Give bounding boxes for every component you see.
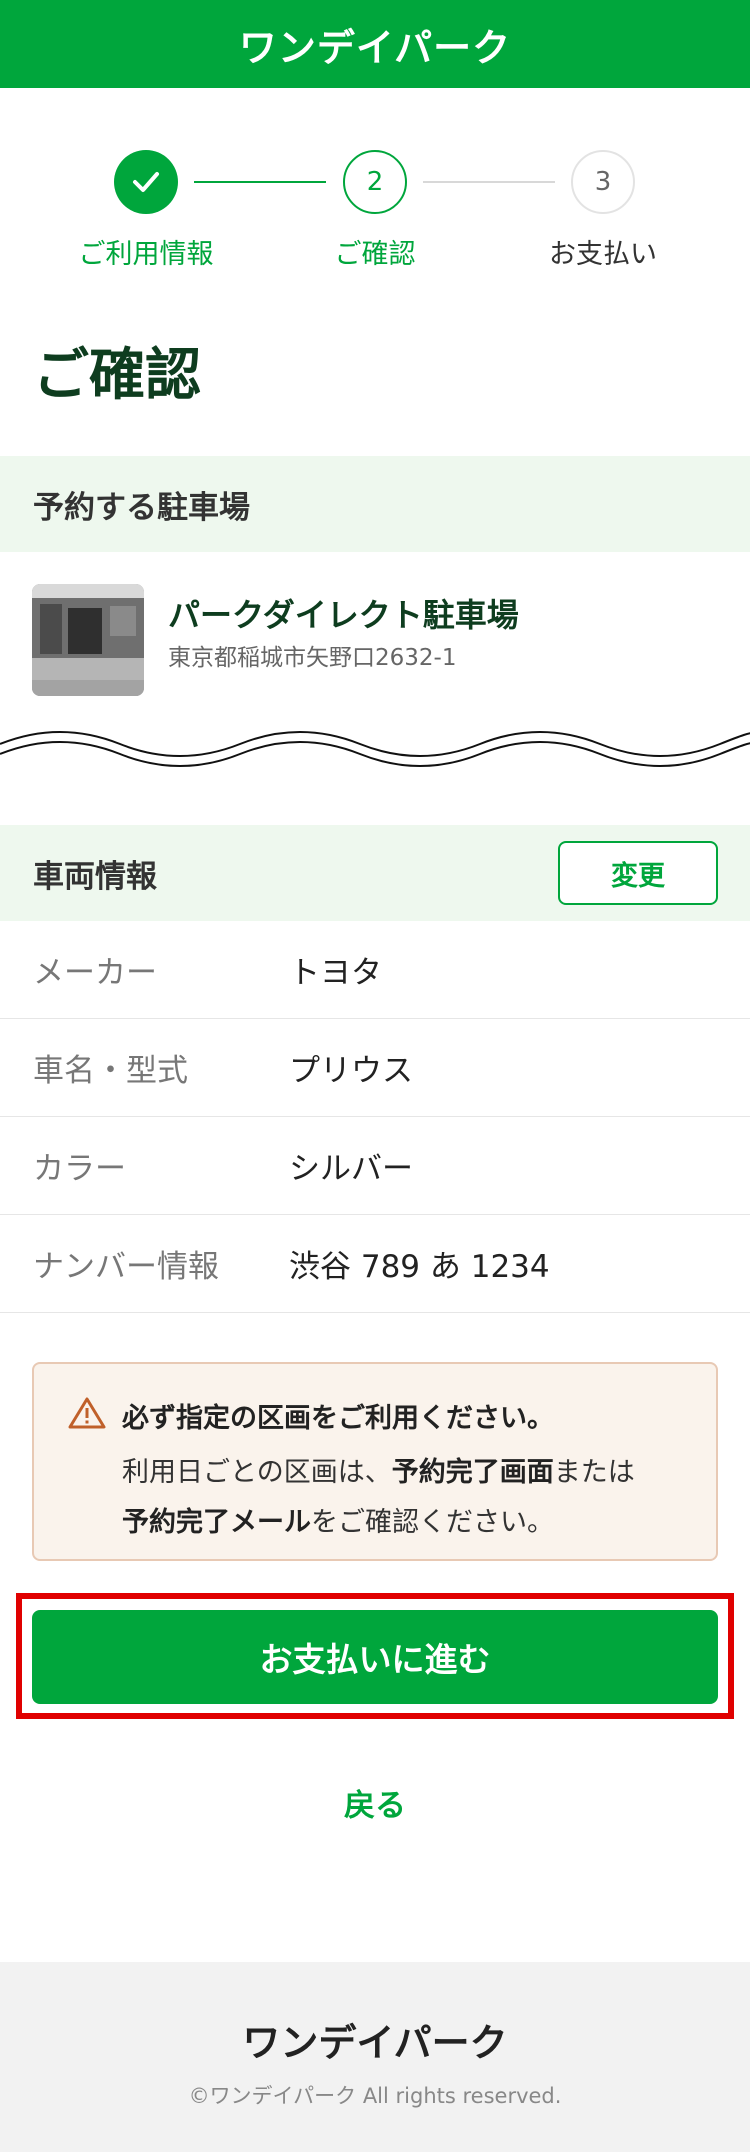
progress-stepper: ご利用情報 2 ご確認 3 お支払い [0, 150, 750, 270]
vehicle-info-value: シルバー [289, 1151, 413, 1187]
checkmark-icon [133, 172, 159, 192]
vehicle-info-key: ナンバー情報 [33, 1249, 219, 1285]
section-title: 予約する駐車場 [33, 489, 250, 526]
vehicle-section-header: 車両情報 変更 [0, 825, 750, 921]
step-usage-info: ご利用情報 [46, 150, 246, 271]
notice-text: をご確認ください。 [311, 1507, 554, 1538]
proceed-to-payment-button[interactable]: お支払いに進む [32, 1610, 718, 1704]
warning-icon [68, 1397, 106, 1429]
vehicle-info-row: ナンバー情報 渋谷 789 あ 1234 [0, 1215, 750, 1313]
notice-text: または [553, 1457, 635, 1488]
copyright-text: ©ワンデイパーク All rights reserved. [188, 2084, 562, 2108]
step-label: お支払い [549, 239, 657, 270]
vehicle-info-row: 車名・型式 プリウス [0, 1019, 750, 1117]
step-payment: 3 お支払い [503, 150, 703, 271]
parking-lot-name: パークダイレクト駐車場 [168, 596, 519, 634]
notice-emphasis: 予約完了メール [122, 1507, 311, 1538]
footer-logo[interactable]: ワンデイパーク [0, 2012, 750, 2067]
parking-lot-card: パークダイレクト駐車場 東京都稲城市矢野口2632-1 [32, 584, 722, 696]
notice-text: 利用日ごとの区画は、 [122, 1457, 392, 1488]
parking-lot-address: 東京都稲城市矢野口2632-1 [168, 645, 457, 671]
wave-divider [0, 731, 750, 767]
vehicle-info-key: 車名・型式 [33, 1053, 188, 1089]
change-vehicle-button[interactable]: 変更 [558, 841, 718, 905]
section-title: 車両情報 [33, 858, 157, 895]
page-title: ご確認 [33, 343, 201, 408]
vehicle-info-value: 渋谷 789 あ 1234 [289, 1249, 550, 1285]
parking-lot-photo [32, 584, 144, 696]
vehicle-info-value: プリウス [289, 1053, 413, 1089]
step-complete-circle [114, 150, 178, 214]
vehicle-info-row: メーカー トヨタ [0, 921, 750, 1019]
notice-emphasis: 予約完了画面 [391, 1457, 554, 1488]
step-confirm: 2 ご確認 [275, 150, 475, 271]
app-header: ワンデイパーク [0, 0, 750, 88]
parking-space-notice: 必ず指定の区画をご利用ください。 利用日ごとの区画は、予約完了画面または予約完了… [32, 1362, 718, 1561]
parking-section-header: 予約する駐車場 [0, 456, 750, 552]
notice-title: 必ず指定の区画をご利用ください。 [122, 1403, 554, 1434]
header-logo[interactable]: ワンデイパーク [239, 17, 511, 72]
step-label: ご確認 [334, 239, 416, 270]
step-label: ご利用情報 [78, 239, 214, 270]
vehicle-info-key: メーカー [33, 955, 157, 991]
back-link[interactable]: 戻る [0, 1780, 750, 1825]
vehicle-info-row: カラー シルバー [0, 1117, 750, 1215]
step-number: 3 [571, 150, 635, 214]
page-footer: ワンデイパーク ©ワンデイパーク All rights reserved. [0, 1962, 750, 2152]
notice-body: 利用日ごとの区画は、予約完了画面または予約完了メールをご確認ください。 [122, 1448, 702, 1548]
vehicle-info-value: トヨタ [289, 955, 382, 991]
vehicle-info-key: カラー [33, 1151, 126, 1187]
step-number: 2 [343, 150, 407, 214]
